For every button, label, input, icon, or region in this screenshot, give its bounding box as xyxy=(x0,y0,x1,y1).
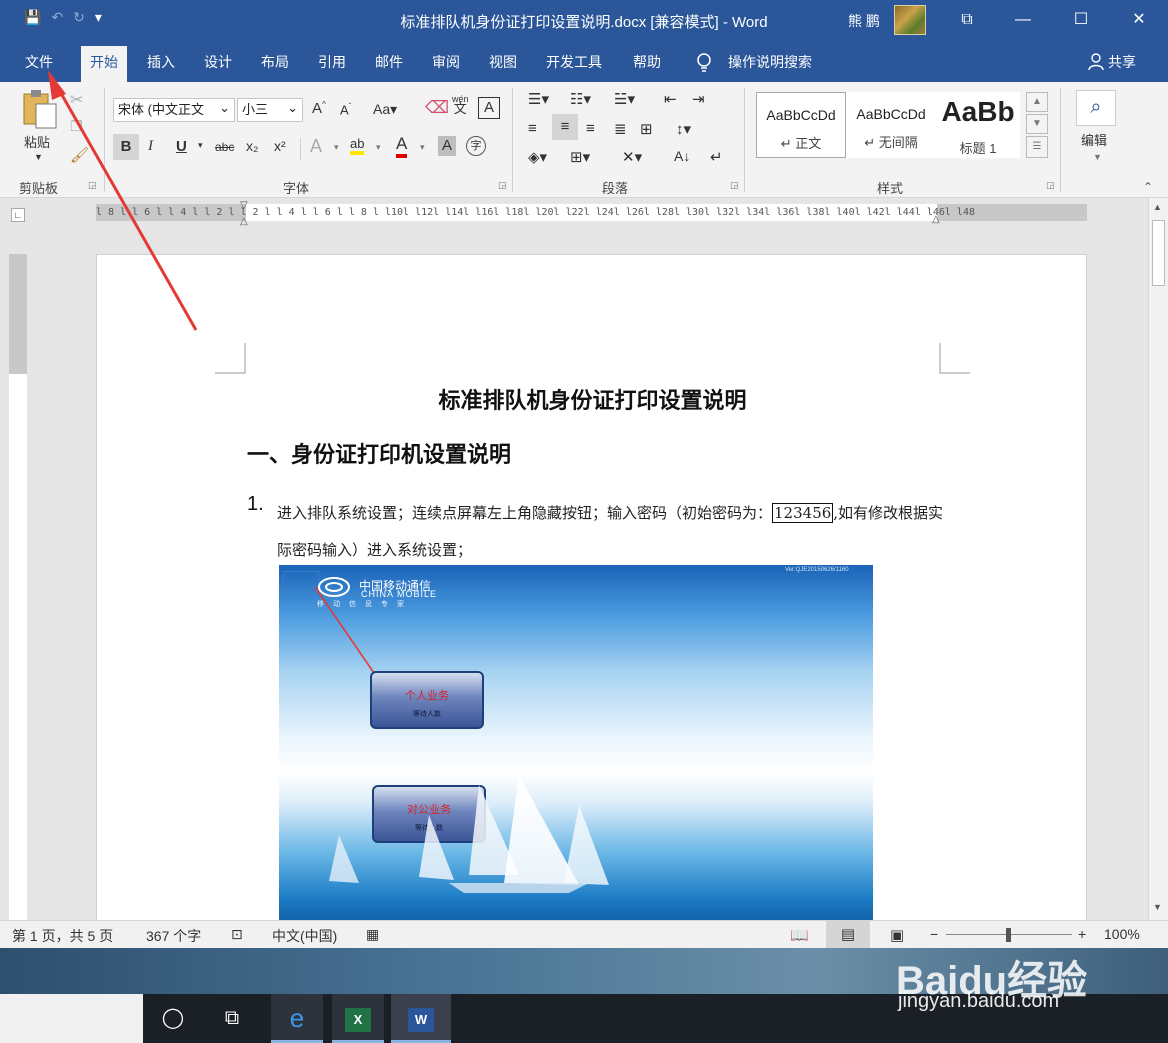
zoom-level[interactable]: 100% xyxy=(1104,926,1140,942)
status-bar: 第 1 页，共 5 页 367 个字 ⊡ 中文(中国) ▦ 📖 ▤ ▣ − + … xyxy=(0,920,1168,948)
word-icon[interactable]: W xyxy=(391,994,451,1043)
zoom-in-button[interactable]: + xyxy=(1078,926,1086,942)
annotation-arrow xyxy=(48,70,198,331)
task-view-icon[interactable]: ⧉ xyxy=(206,994,258,1043)
print-layout-icon[interactable]: ▤ xyxy=(826,921,870,948)
zoom-slider-thumb[interactable] xyxy=(1006,928,1011,942)
read-mode-icon[interactable]: 📖 xyxy=(790,926,809,944)
web-layout-icon[interactable]: ▣ xyxy=(890,926,904,944)
zoom-out-button[interactable]: − xyxy=(930,926,938,942)
macro-recording-icon[interactable]: ▦ xyxy=(366,926,379,943)
word-count[interactable]: 367 个字 xyxy=(146,926,201,946)
page-count[interactable]: 第 1 页，共 5 页 xyxy=(12,926,113,946)
cortana-icon[interactable]: ◯ xyxy=(147,994,199,1043)
edge-icon[interactable]: e xyxy=(271,994,323,1043)
proofing-icon[interactable]: ⊡ xyxy=(231,926,243,943)
baidu-watermark-url: jingyan.baidu.com xyxy=(898,990,1060,1012)
excel-icon[interactable]: X xyxy=(332,994,384,1043)
taskbar-search-area[interactable] xyxy=(0,994,143,1043)
language-indicator[interactable]: 中文(中国) xyxy=(272,926,337,946)
